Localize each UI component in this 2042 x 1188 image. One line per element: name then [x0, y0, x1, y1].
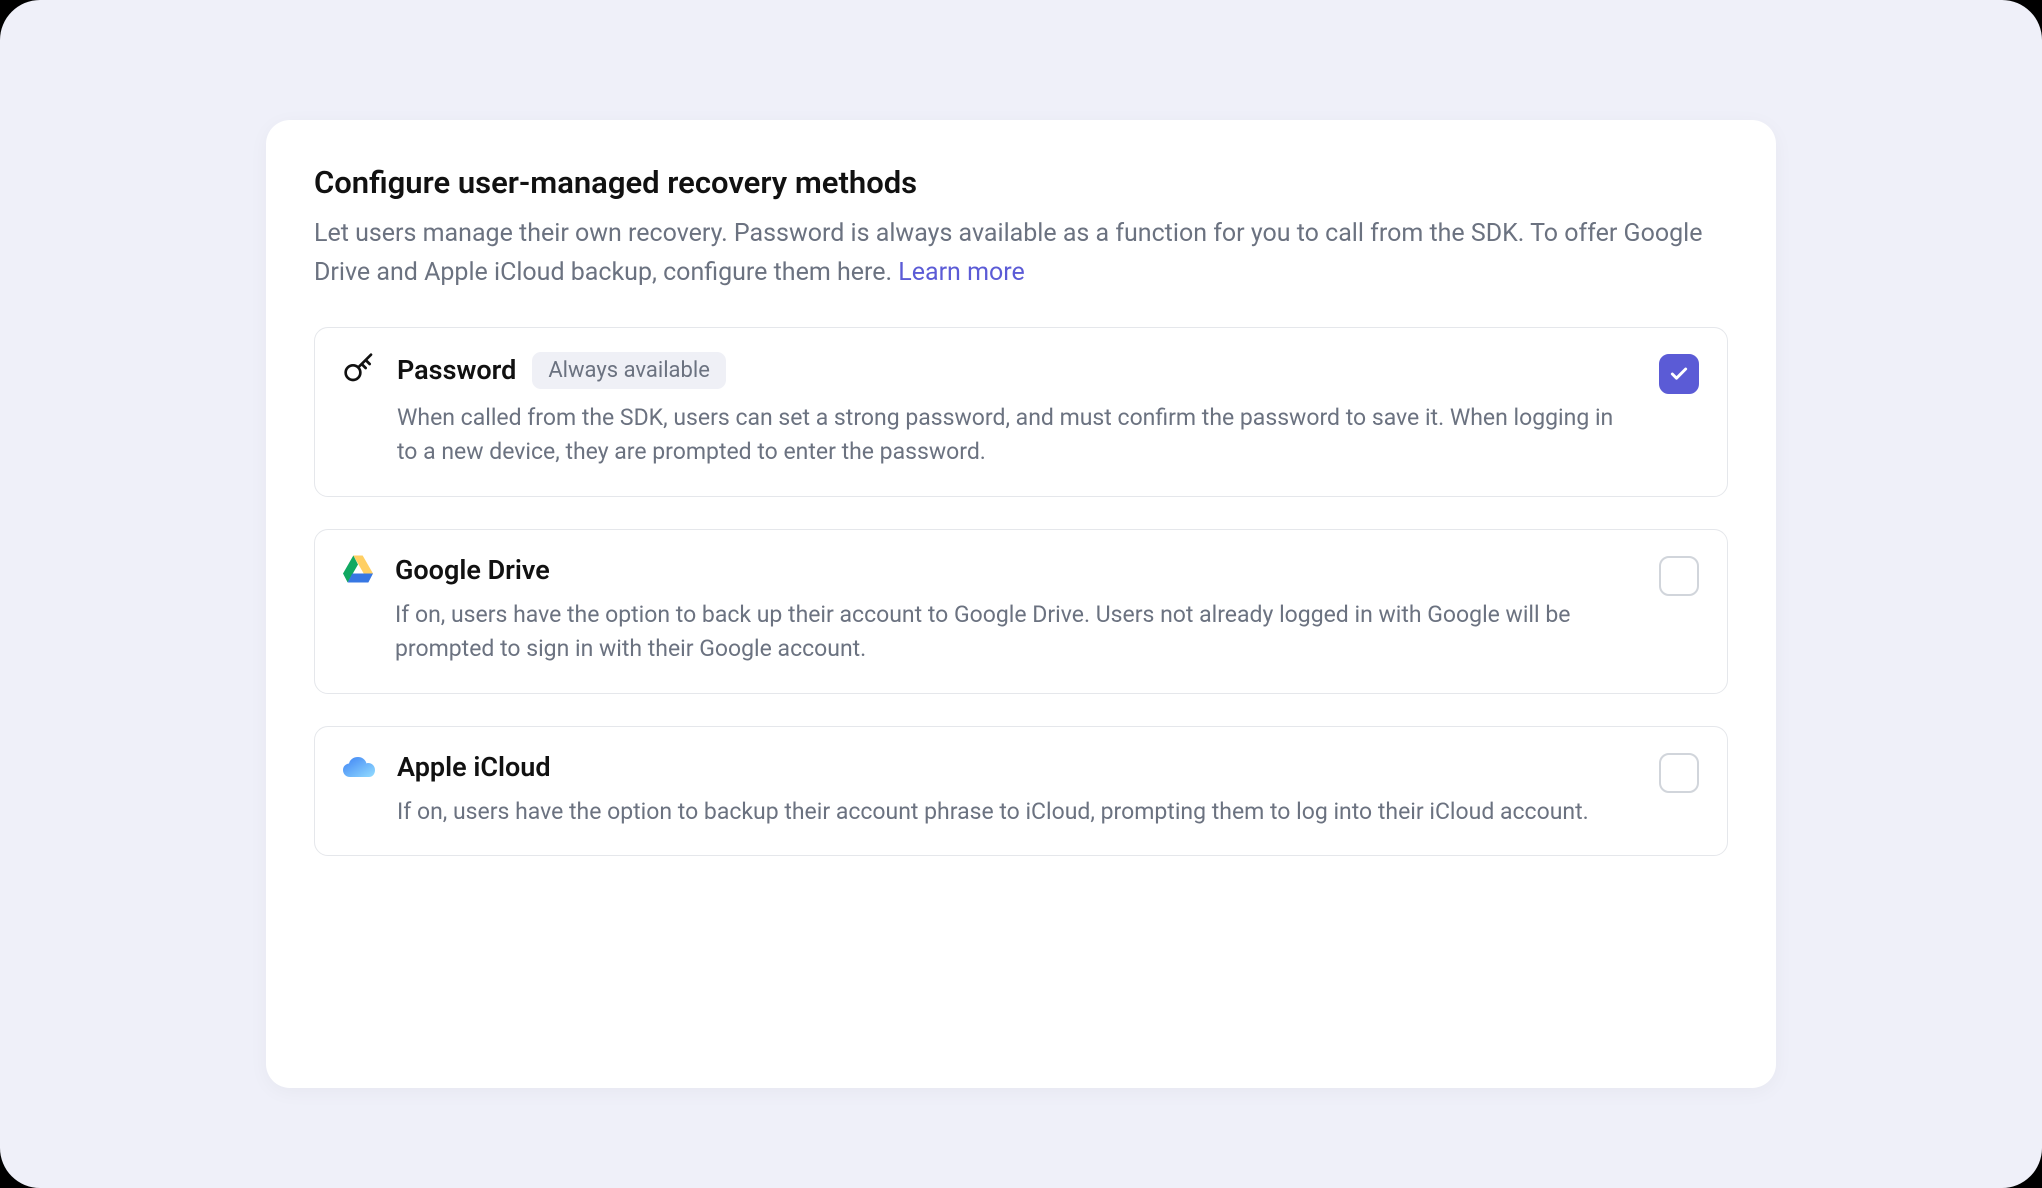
- option-card-apple-icloud: Apple iCloud If on, users have the optio…: [314, 726, 1728, 857]
- option-title-google-drive: Google Drive: [395, 554, 550, 586]
- option-card-password: Password Always available When called fr…: [314, 327, 1728, 497]
- option-title-apple-icloud: Apple iCloud: [397, 751, 551, 783]
- icloud-icon: [343, 751, 375, 787]
- key-icon: [343, 352, 375, 388]
- option-title-password: Password: [397, 354, 516, 386]
- checkbox-apple-icloud[interactable]: [1659, 753, 1699, 793]
- checkbox-google-drive[interactable]: [1659, 556, 1699, 596]
- google-drive-icon: [343, 554, 373, 588]
- checkbox-password[interactable]: [1659, 354, 1699, 394]
- option-card-google-drive: Google Drive If on, users have the optio…: [314, 529, 1728, 694]
- option-description-apple-icloud: If on, users have the option to backup t…: [397, 795, 1637, 830]
- card-title: Configure user-managed recovery methods: [314, 164, 1728, 201]
- learn-more-link[interactable]: Learn more: [898, 258, 1024, 287]
- recovery-methods-card: Configure user-managed recovery methods …: [266, 120, 1776, 1088]
- option-description-google-drive: If on, users have the option to back up …: [395, 598, 1637, 667]
- option-description-password: When called from the SDK, users can set …: [397, 401, 1637, 470]
- badge-always-available: Always available: [532, 352, 726, 389]
- card-description: Let users manage their own recovery. Pas…: [314, 215, 1728, 293]
